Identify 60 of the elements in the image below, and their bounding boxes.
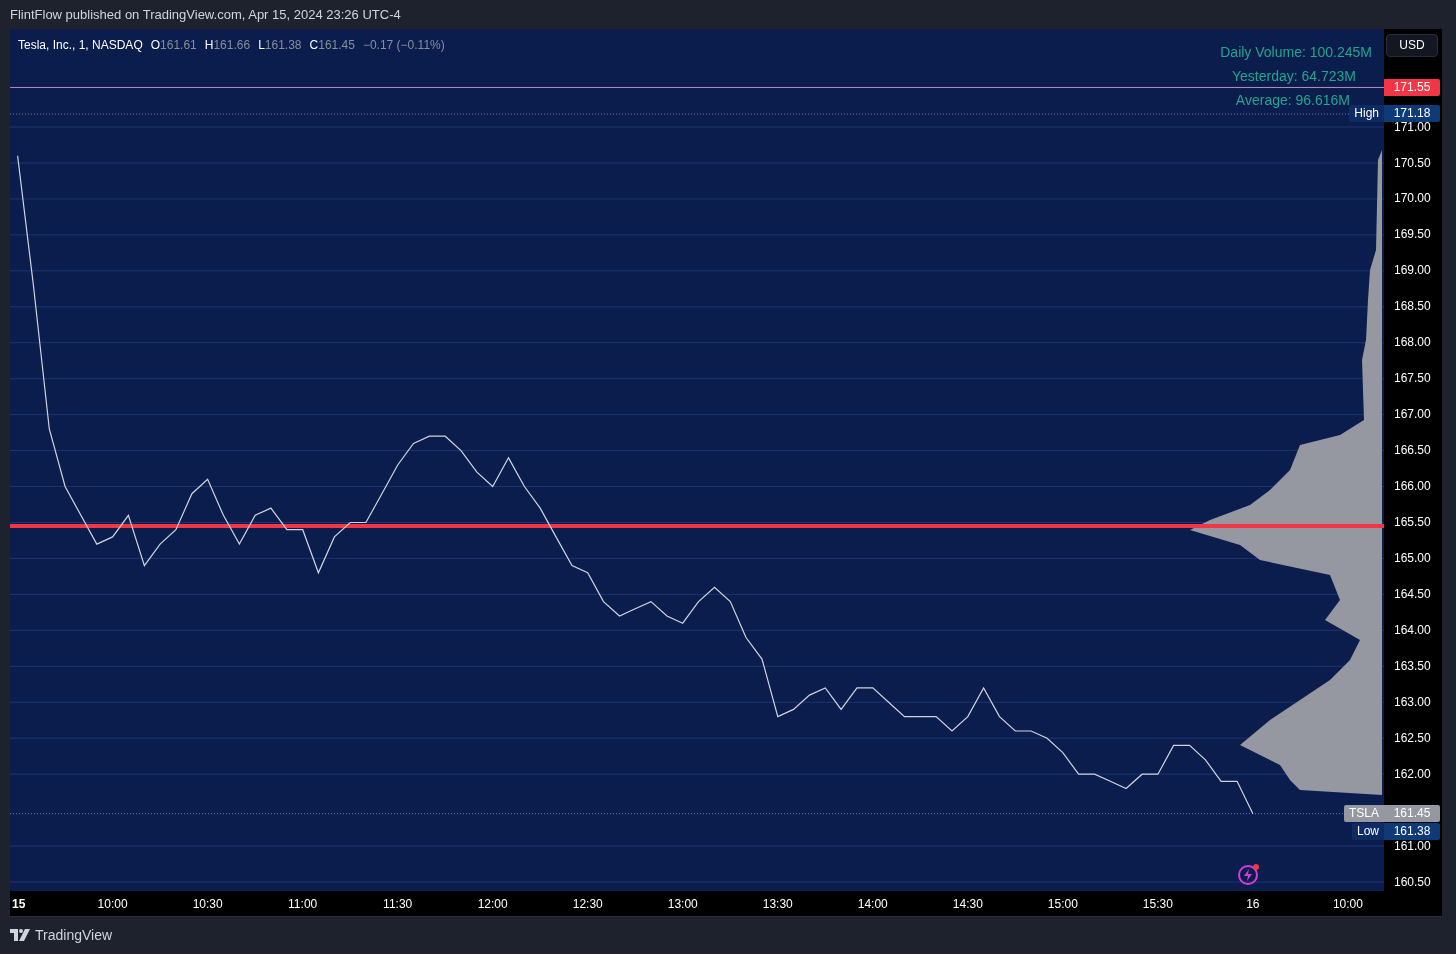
volume-stat: Average: 96.616M — [1235, 90, 1350, 110]
time-axis-label: 11:30 — [383, 895, 413, 912]
price-axis-label: 164.00 — [1394, 621, 1431, 638]
time-axis-label: 15 — [12, 895, 26, 912]
price-axis-label: 162.50 — [1394, 729, 1431, 746]
price-axis-tag: 171.55 — [1384, 78, 1440, 96]
ohlc-label: C — [309, 36, 319, 54]
price-change: −0.17 (−0.11%) — [362, 36, 445, 54]
price-axis-label: 163.50 — [1394, 657, 1431, 674]
price-axis-label: 170.00 — [1394, 190, 1431, 207]
brand-name: TradingView — [35, 925, 113, 945]
ohlc-label: O — [150, 36, 161, 54]
price-tag: TSLA — [1344, 804, 1384, 822]
currency-button[interactable]: USD — [1386, 33, 1438, 57]
price-axis-label: 169.50 — [1394, 226, 1431, 243]
time-axis-label: 11:00 — [288, 895, 318, 912]
price-axis-label: 170.50 — [1394, 154, 1431, 171]
time-axis-label: 16 — [1246, 895, 1260, 912]
time-axis-label: 14:30 — [952, 895, 983, 912]
price-axis-tag: 161.45 — [1384, 804, 1440, 822]
price-axis-label: 166.50 — [1394, 442, 1431, 459]
time-axis-label: 12:00 — [477, 895, 508, 912]
price-axis-label: 163.00 — [1394, 693, 1431, 710]
price-axis-label: 166.00 — [1394, 478, 1431, 495]
ohlc-value: 161.61 — [160, 36, 197, 54]
ohlc-label: H — [204, 36, 214, 54]
price-axis-label: 165.00 — [1394, 550, 1431, 566]
time-axis-label: 12:30 — [572, 895, 603, 912]
price-tag: Low — [1352, 822, 1384, 840]
symbol-title: Tesla, Inc., 1, NASDAQ — [18, 36, 143, 54]
ohlc-value: 161.66 — [213, 36, 251, 54]
publish-info: FlintFlow published on TradingView.com, Apr 15, 2024 23:26 UTC-4 — [10, 5, 401, 24]
price-axis-label: 161.00 — [1394, 837, 1431, 854]
price-axis-label: 160.50 — [1394, 873, 1431, 890]
alert-bolt-icon[interactable] — [1238, 864, 1258, 885]
price-tag: High — [1349, 105, 1384, 123]
price-axis-label: 168.50 — [1394, 298, 1431, 315]
time-axis-label: 10:30 — [192, 895, 223, 912]
ohlc-value: 161.38 — [264, 36, 302, 54]
ohlc-value: 161.45 — [318, 36, 355, 54]
price-axis-label: 169.00 — [1394, 262, 1431, 279]
time-axis-label: 13:30 — [762, 895, 793, 912]
time-axis-label: 14:00 — [857, 895, 888, 912]
volume-stat: Yesterday: 64.723M — [1232, 66, 1356, 86]
logo-icon — [10, 929, 30, 942]
time-axis-label: 10:00 — [1332, 895, 1363, 912]
price-axis-label: 168.00 — [1394, 334, 1431, 351]
volume-stat: Daily Volume: 100.245M — [1220, 42, 1372, 62]
time-axis-label: 10:00 — [97, 895, 128, 912]
time-axis-label: 15:00 — [1047, 895, 1078, 912]
price-axis-label: 162.00 — [1394, 765, 1431, 782]
price-axis-label: 167.50 — [1394, 370, 1431, 387]
price-axis-tag: 171.18 — [1384, 105, 1440, 123]
ohlc-label: L — [258, 36, 265, 54]
time-axis-label: 13:00 — [667, 895, 698, 912]
price-axis-tag: 161.38 — [1384, 822, 1440, 840]
price-axis-label: 165.50 — [1394, 514, 1431, 531]
price-axis-label: 164.50 — [1394, 585, 1431, 602]
price-axis-label: 167.00 — [1394, 406, 1431, 423]
time-axis-label: 15:30 — [1142, 895, 1173, 912]
